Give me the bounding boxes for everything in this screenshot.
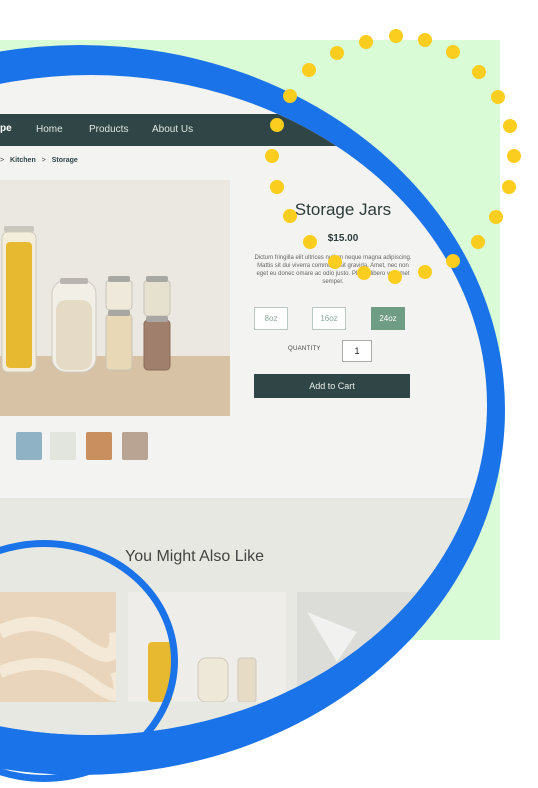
breadcrumb-separator: > — [41, 157, 46, 164]
size-option-24oz[interactable]: 24oz — [371, 307, 405, 330]
top-nav: pe Home Products About Us — [0, 114, 487, 146]
breadcrumb-kitchen[interactable]: Kitchen — [10, 157, 36, 164]
decorative-dot — [357, 266, 371, 280]
decorative-dot — [489, 210, 503, 224]
breadcrumb: > Kitchen > Storage — [0, 157, 82, 164]
product-image — [0, 180, 230, 416]
decorative-dot — [302, 63, 316, 77]
decorative-dot — [446, 254, 460, 268]
decorative-dot — [502, 180, 516, 194]
size-option-16oz[interactable]: 16oz — [312, 307, 346, 330]
decorative-dot — [265, 149, 279, 163]
decorative-dot — [418, 265, 432, 279]
nav-link-products[interactable]: Products — [89, 124, 128, 135]
thumbnail[interactable] — [122, 432, 148, 460]
thumbnail[interactable] — [86, 432, 112, 460]
decorative-dot — [491, 90, 505, 104]
add-to-cart-button[interactable]: Add to Cart — [254, 374, 410, 398]
decorative-dot — [330, 46, 344, 60]
decorative-dot — [472, 65, 486, 79]
product-thumbnail-image — [297, 592, 417, 702]
decorative-dot — [389, 29, 403, 43]
nav-link-about[interactable]: About Us — [152, 124, 193, 135]
quantity-input[interactable]: 1 — [342, 340, 372, 362]
breadcrumb-storage[interactable]: Storage — [52, 157, 78, 164]
decorative-dot — [446, 45, 460, 59]
brand-logo[interactable]: pe — [0, 123, 12, 134]
breadcrumb-separator: > — [0, 157, 5, 164]
size-option-8oz[interactable]: 8oz — [254, 307, 288, 330]
recommendations-heading: You Might Also Like — [125, 548, 265, 565]
storage-jars-illustration — [0, 180, 230, 416]
decorative-dot — [270, 118, 284, 132]
decorative-stage: pe Home Products About Us > Kitchen > St… — [0, 0, 538, 788]
nav-link-home[interactable]: Home — [36, 124, 63, 135]
decorative-dot — [503, 119, 517, 133]
quantity-label: QUANTITY — [288, 346, 321, 352]
decorative-dot — [471, 235, 485, 249]
decorative-dot — [283, 209, 297, 223]
decorative-dot — [283, 89, 297, 103]
decorative-dot — [270, 180, 284, 194]
decorative-dot — [507, 149, 521, 163]
product-price: $15.00 — [327, 233, 359, 244]
recommended-product-card[interactable] — [297, 592, 417, 702]
thumbnail[interactable] — [50, 432, 76, 460]
decorative-dot — [359, 35, 373, 49]
decorative-dot — [303, 235, 317, 249]
thumbnail[interactable] — [16, 432, 42, 460]
decorative-dot — [418, 33, 432, 47]
decorative-dot — [388, 270, 402, 284]
decorative-dot — [328, 255, 342, 269]
